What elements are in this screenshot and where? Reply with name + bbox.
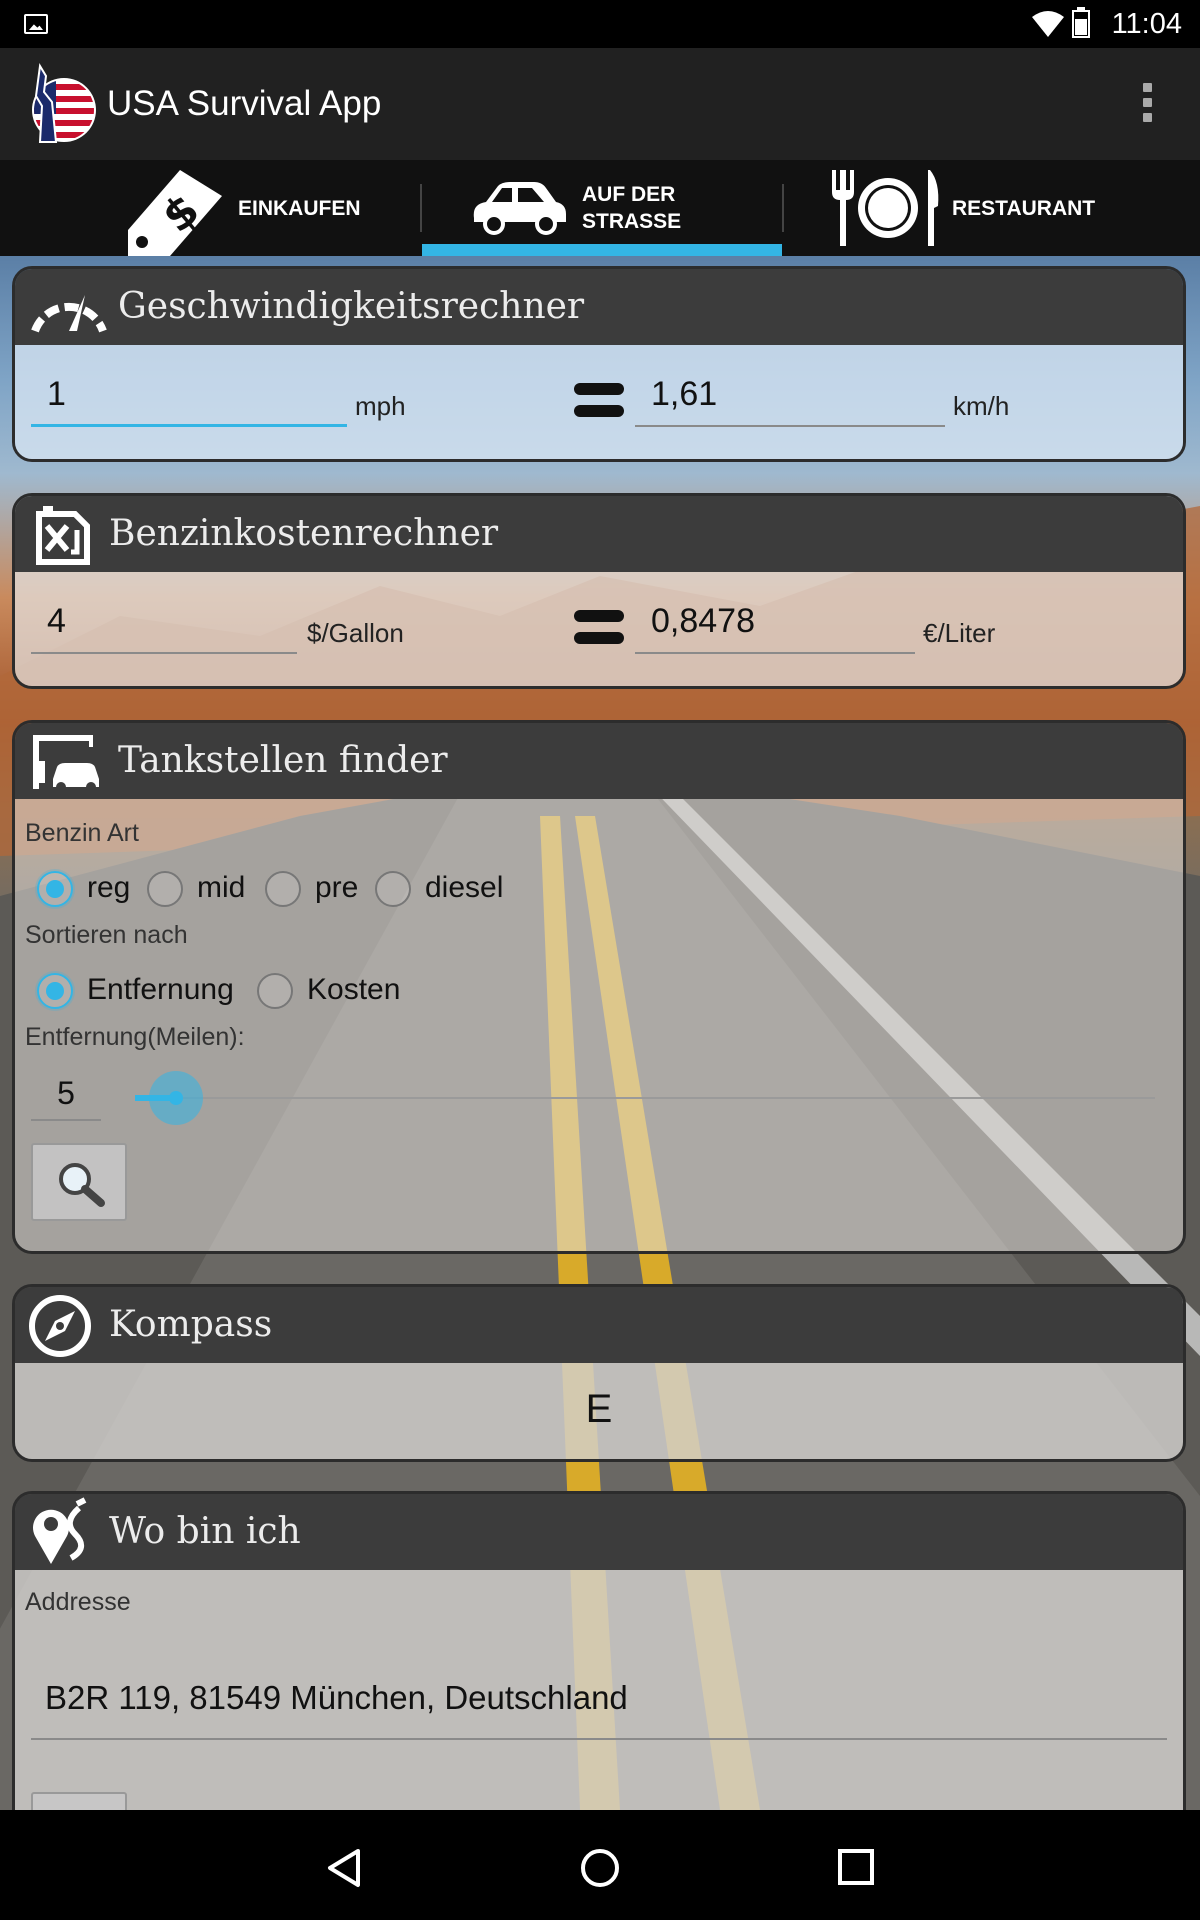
sort-radio-kosten[interactable] <box>257 973 293 1009</box>
status-bar: 11:04 <box>0 0 1200 48</box>
address-label: Addresse <box>25 1588 131 1616</box>
back-icon[interactable] <box>326 1848 362 1888</box>
tab-label: EINKAUFEN <box>238 196 361 220</box>
gallery-notification-icon <box>24 14 48 34</box>
card-header: Geschwindigkeitsrechner <box>15 269 1183 345</box>
location-card: Wo bin ich Addresse B2R 119, 81549 Münch… <box>12 1491 1186 1831</box>
card-header: Wo bin ich <box>15 1494 1183 1570</box>
sort-option-label: Kosten <box>307 973 401 1006</box>
card-title: Kompass <box>109 1304 273 1345</box>
fuel-type-radio-mid[interactable] <box>147 871 183 907</box>
fuel-price-input-field[interactable]: 4 <box>31 602 297 654</box>
wifi-icon <box>1032 11 1064 37</box>
tab-label: STRASSE <box>582 210 682 233</box>
distance-value-field[interactable]: 5 <box>31 1067 101 1121</box>
card-body: Benzin Art reg mid pre diesel Sortieren … <box>15 799 1183 1251</box>
fuel-price-input-unit: $/Gallon <box>307 618 404 648</box>
card-title: Benzinkostenrechner <box>109 513 499 554</box>
overflow-menu-icon[interactable] <box>1140 83 1156 127</box>
search-button[interactable] <box>31 1143 127 1221</box>
fuel-price-result-unit: €/Liter <box>923 618 996 648</box>
car-icon <box>473 182 566 235</box>
card-header: Tankstellen finder <box>15 723 1183 799</box>
fuel-price-result-field[interactable]: 0,8478 <box>635 602 915 654</box>
card-body: 4 $/Gallon 0,8478 €/Liter <box>15 572 1183 686</box>
action-bar: USA Survival App <box>0 48 1200 160</box>
card-header: Benzinkostenrechner <box>15 496 1183 572</box>
fuel-type-radio-pre[interactable] <box>265 871 301 907</box>
speed-result-unit: km/h <box>953 391 1010 421</box>
home-icon[interactable] <box>579 1847 621 1889</box>
card-body: 1 mph 1,61 km/h <box>15 345 1183 459</box>
card-title: Wo bin ich <box>109 1511 301 1552</box>
tab-label: AUF DER <box>582 183 676 206</box>
card-body: E <box>15 1363 1183 1459</box>
fuel-cost-calculator-card: Benzinkostenrechner 4 $/Gallon 0,8478 €/… <box>12 493 1186 689</box>
fuel-type-radio-reg[interactable] <box>37 871 73 907</box>
distance-slider-thumb-center <box>169 1091 183 1105</box>
gas-station-car-icon <box>33 735 99 792</box>
sort-radio-entfernung[interactable] <box>37 973 73 1009</box>
equals-icon <box>574 383 624 417</box>
card-header: Kompass <box>15 1287 1183 1363</box>
distance-label: Entfernung(Meilen): <box>25 1023 245 1051</box>
compass-icon <box>29 1295 91 1357</box>
fuel-type-option-label: diesel <box>425 871 504 904</box>
fuel-can-icon <box>36 506 90 565</box>
speed-calculator-card: Geschwindigkeitsrechner 1 mph 1,61 km/h <box>12 266 1186 462</box>
plate-cutlery-icon <box>832 170 939 246</box>
app-logo-icon <box>32 63 96 143</box>
gas-station-finder-card: Tankstellen finder Benzin Art reg mid pr… <box>12 720 1186 1254</box>
fuel-type-option-label: pre <box>315 871 359 904</box>
tab-label: RESTAURANT <box>952 196 1096 220</box>
tab-divider <box>420 184 422 232</box>
tab-restaurant[interactable]: RESTAURANT <box>826 160 1095 256</box>
map-pin-icon <box>33 1497 87 1564</box>
speed-input-field[interactable]: 1 <box>31 375 347 427</box>
speed-result-field[interactable]: 1,61 <box>635 375 945 427</box>
battery-icon <box>1072 7 1090 38</box>
tab-auf-der-strasse[interactable]: AUF DER STRASSE <box>468 160 681 256</box>
fuel-type-label: Benzin Art <box>25 819 139 847</box>
selected-tab-indicator <box>422 244 782 256</box>
compass-direction: E <box>585 1387 613 1431</box>
speedometer-icon <box>31 295 107 333</box>
price-tag-icon: $ <box>128 170 222 256</box>
card-title: Tankstellen finder <box>118 740 448 781</box>
fuel-type-option-label: reg <box>87 871 131 904</box>
sort-label: Sortieren nach <box>25 921 188 949</box>
tab-einkaufen[interactable]: $ EINKAUFEN <box>120 160 361 256</box>
compass-card: Kompass E <box>12 1284 1186 1462</box>
address-field[interactable]: B2R 119, 81549 München, Deutschland <box>31 1674 1167 1740</box>
recent-apps-icon[interactable] <box>837 1848 875 1886</box>
navigation-bar <box>0 1810 1200 1920</box>
equals-icon <box>574 610 624 644</box>
distance-slider-track[interactable] <box>135 1097 1155 1099</box>
card-body: Addresse B2R 119, 81549 München, Deutsch… <box>15 1570 1183 1828</box>
speed-input-unit: mph <box>355 391 406 421</box>
card-title: Geschwindigkeitsrechner <box>118 286 585 327</box>
status-time: 11:04 <box>1111 8 1182 40</box>
fuel-type-radio-diesel[interactable] <box>375 871 411 907</box>
sort-option-label: Entfernung <box>87 973 234 1006</box>
app-title: USA Survival App <box>107 84 382 123</box>
tab-bar: $ EINKAUFEN AUF DER STRASSE RESTAURANT <box>0 160 1200 256</box>
tab-divider <box>782 184 784 232</box>
fuel-type-option-label: mid <box>197 871 246 904</box>
magnifier-icon <box>59 1163 105 1207</box>
